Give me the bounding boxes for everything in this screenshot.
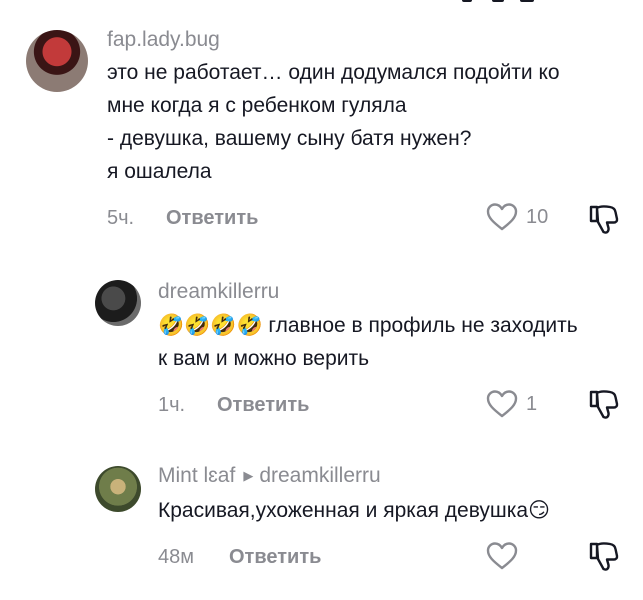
reply-button[interactable]: Ответить xyxy=(217,393,309,417)
comment-time: 48м xyxy=(158,546,194,568)
comment-line: это не работает… один додумался подойти … xyxy=(107,61,560,84)
heart-outline-icon xyxy=(486,541,518,571)
comment-author[interactable]: Mint lɛaf xyxy=(158,464,235,487)
dislike-button[interactable] xyxy=(586,202,620,241)
avatar[interactable] xyxy=(26,30,88,92)
dislike-button[interactable] xyxy=(586,539,620,578)
comment-line: мне когда я с ребенком гуляла xyxy=(107,94,407,117)
reply-to-username[interactable]: dreamkillerru xyxy=(259,464,380,487)
comment-text: Красивая,ухоженная и яркая девушка😏 xyxy=(158,494,550,527)
thumbs-down-icon xyxy=(586,390,620,425)
comment-line: я ошалела xyxy=(107,160,212,183)
comment-line: Красивая,ухоженная и яркая девушка😏 xyxy=(158,494,550,527)
thumbs-down-icon xyxy=(586,542,620,577)
comment-username[interactable]: Mint lɛaf ▶ dreamkillerru xyxy=(158,464,381,488)
like-count: 1 xyxy=(526,393,538,415)
comment-username[interactable]: fap.lady.bug xyxy=(107,28,220,52)
comment-text: 🤣🤣🤣🤣 главное в профиль не заходить к вам… xyxy=(158,309,578,375)
thumbs-down-icon xyxy=(586,205,620,240)
dislike-button[interactable] xyxy=(586,387,620,426)
like-count: 10 xyxy=(526,206,549,228)
like-button[interactable]: 1 xyxy=(486,389,537,419)
comment-line-text: главное в профиль не заходить xyxy=(262,314,578,337)
heart-outline-icon xyxy=(486,389,518,419)
like-button[interactable]: 10 xyxy=(486,202,548,232)
emoji: 🤣🤣🤣🤣 xyxy=(158,313,263,337)
comment-time: 5ч. xyxy=(107,207,135,229)
comment-line: - девушка, вашему сыну батя нужен? xyxy=(107,127,472,150)
avatar[interactable] xyxy=(95,466,141,512)
emoji: 😏 xyxy=(528,498,551,522)
like-button[interactable] xyxy=(486,541,526,571)
comment-time: 1ч. xyxy=(158,394,186,416)
comment-line: 🤣🤣🤣🤣 главное в профиль не заходить xyxy=(158,309,578,342)
triangle-right-icon: ▶ xyxy=(243,468,254,483)
avatar[interactable] xyxy=(95,280,141,326)
comment-text: это не работает… один додумался подойти … xyxy=(107,56,560,188)
comment-line-text: Красивая,ухоженная и яркая девушка xyxy=(158,499,529,522)
heart-outline-icon xyxy=(486,202,518,232)
reply-button[interactable]: Ответить xyxy=(229,545,321,569)
comment-line: к вам и можно верить xyxy=(158,347,370,370)
comment-username[interactable]: dreamkillerru xyxy=(158,280,279,304)
top-partial-strip xyxy=(0,0,643,8)
reply-button[interactable]: Ответить xyxy=(166,206,258,230)
